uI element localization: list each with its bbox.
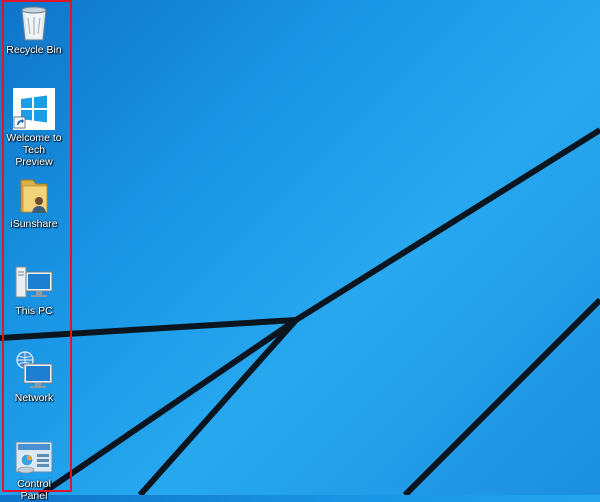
wallpaper-line [294,127,600,323]
desktop-wallpaper [0,127,600,495]
wallpaper-line [402,297,600,495]
selection-highlight-box [2,0,72,492]
wallpaper-line [38,317,298,495]
